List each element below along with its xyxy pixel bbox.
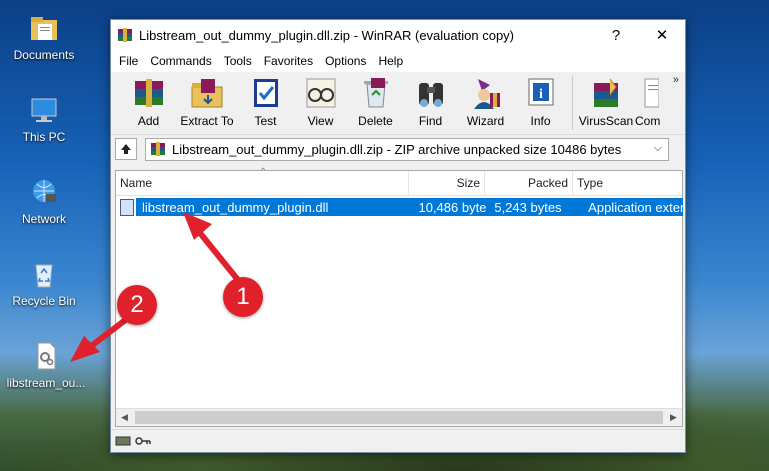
annotation-arrows (70, 212, 241, 362)
step-badge-1: 1 (223, 277, 263, 317)
step-badge-2: 2 (117, 285, 157, 325)
